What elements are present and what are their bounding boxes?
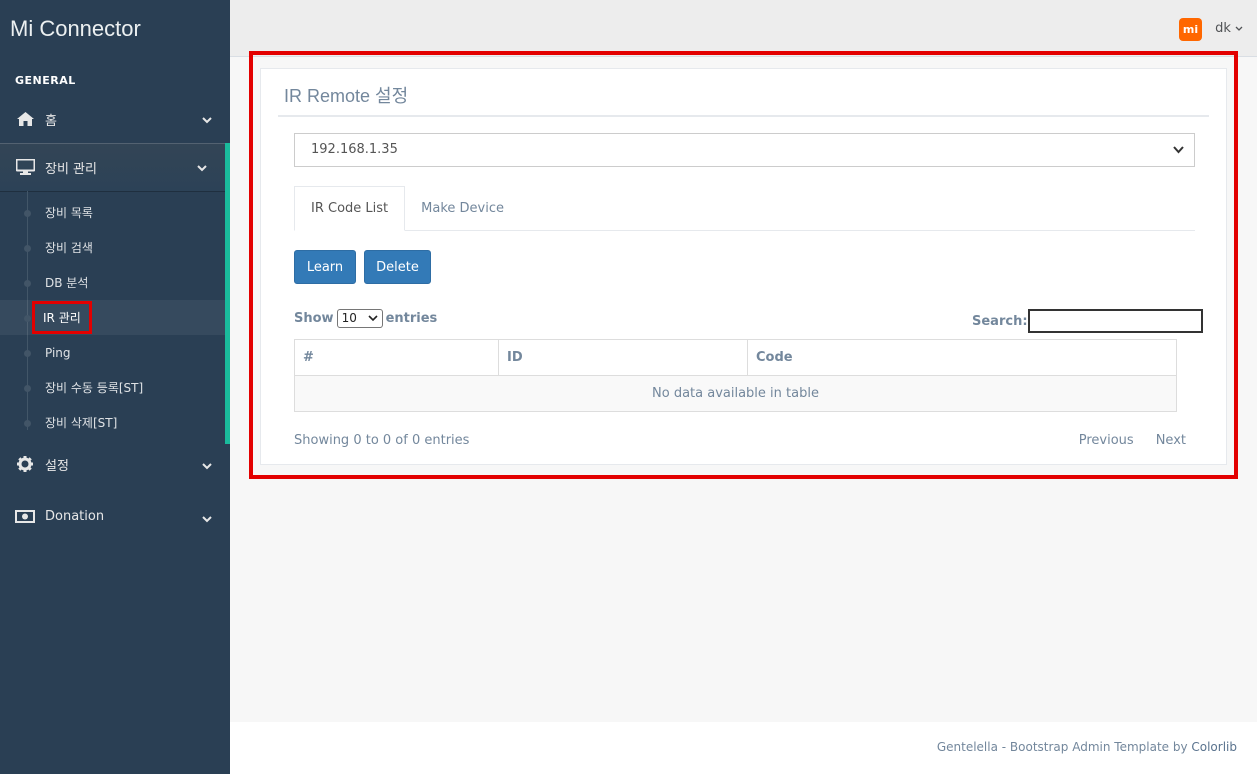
sidebar-menu: 홈 장비 관리 (0, 95, 230, 191)
search-label: Search: (972, 313, 1028, 329)
user-menu[interactable]: dk (1215, 21, 1243, 36)
table-search: Search: (972, 309, 1203, 333)
section-title: GENERAL (15, 74, 76, 87)
pagination: Previous Next (1079, 433, 1186, 448)
chevron-down-icon (1173, 143, 1184, 158)
table-info: Showing 0 to 0 of 0 entries (294, 433, 470, 448)
learn-button[interactable]: Learn (294, 250, 356, 284)
chevron-down-icon (197, 161, 207, 176)
entries-label: entries (385, 311, 438, 326)
column-header-id[interactable]: ID (498, 339, 748, 376)
sidebar-item-label: 홈 (45, 113, 57, 129)
entries-length-control: Show 10 entries (294, 309, 437, 328)
table-row: No data available in table (294, 375, 1177, 412)
ir-remote-panel: IR Remote 설정 192.168.1.35 IR Code List M… (260, 68, 1227, 465)
sidebar-item-label: 설정 (45, 458, 69, 474)
submenu-item-ir-management[interactable]: IR 관리 (0, 300, 225, 335)
tab-make-device[interactable]: Make Device (405, 186, 520, 231)
sidebar-item-donation[interactable]: Donation (0, 484, 230, 548)
show-label: Show (294, 311, 334, 326)
sidebar-menu-lower: 설정 Donation (0, 444, 230, 548)
submenu-item-db-analysis[interactable]: DB 분석 (0, 265, 225, 300)
footer: Gentelella - Bootstrap Admin Template by… (230, 722, 1257, 774)
sidebar-item-home[interactable]: 홈 (0, 95, 230, 143)
submenu-item-manual-register[interactable]: 장비 수동 등록[ST] (0, 370, 225, 405)
column-header-number[interactable]: # (294, 339, 499, 376)
highlight-box: IR 관리 (32, 301, 92, 334)
column-header-code[interactable]: Code (747, 339, 1177, 376)
footer-text: Gentelella - Bootstrap Admin Template by (936, 740, 1192, 754)
sidebar-item-settings[interactable]: 설정 (0, 444, 230, 484)
entries-select[interactable]: 10 (336, 309, 383, 328)
delete-button[interactable]: Delete (364, 250, 431, 284)
chevron-down-icon (202, 512, 212, 527)
chevron-down-icon (202, 113, 212, 128)
monitor-icon (15, 159, 35, 175)
next-button[interactable]: Next (1156, 433, 1186, 448)
tab-bar: IR Code List Make Device (294, 186, 1195, 231)
home-icon (15, 112, 35, 126)
app-title[interactable]: Mi Connector (0, 0, 230, 57)
gear-icon (15, 456, 35, 472)
sidebar-item-label: 장비 관리 (45, 161, 97, 177)
footer-link[interactable]: Colorlib (1191, 740, 1237, 754)
device-select[interactable]: 192.168.1.35 (294, 133, 1195, 167)
chevron-down-icon (1235, 26, 1243, 31)
user-name: dk (1215, 21, 1231, 36)
submenu-item-device-delete[interactable]: 장비 삭제[ST] (0, 405, 225, 440)
device-select-value: 192.168.1.35 (311, 142, 398, 157)
submenu-item-device-search[interactable]: 장비 검색 (0, 230, 225, 265)
top-nav: mi dk (230, 0, 1257, 57)
page-title: IR Remote 설정 (278, 79, 1209, 117)
empty-table-message: No data available in table (294, 375, 1177, 412)
sidebar-item-device-management[interactable]: 장비 관리 (0, 143, 230, 191)
previous-button[interactable]: Previous (1079, 433, 1134, 448)
ir-code-table: # ID Code No data available in table (294, 339, 1177, 412)
tab-ir-code-list[interactable]: IR Code List (294, 186, 406, 231)
submenu-device-management: 장비 목록 장비 검색 DB 분석 IR 관리 Ping 장비 수동 등록[ST… (0, 191, 230, 444)
mi-logo-icon: mi (1179, 18, 1202, 41)
money-icon (15, 509, 35, 523)
sidebar: Mi Connector GENERAL 홈 장비 관리 장비 목록 장비 검색… (0, 0, 230, 774)
chevron-down-icon (367, 311, 378, 325)
submenu-item-ping[interactable]: Ping (0, 335, 225, 370)
search-input[interactable] (1027, 309, 1203, 333)
chevron-down-icon (202, 459, 212, 474)
sidebar-item-label: Donation (45, 508, 105, 524)
submenu-item-device-list[interactable]: 장비 목록 (0, 195, 225, 230)
table-header-row: # ID Code (294, 339, 1177, 376)
